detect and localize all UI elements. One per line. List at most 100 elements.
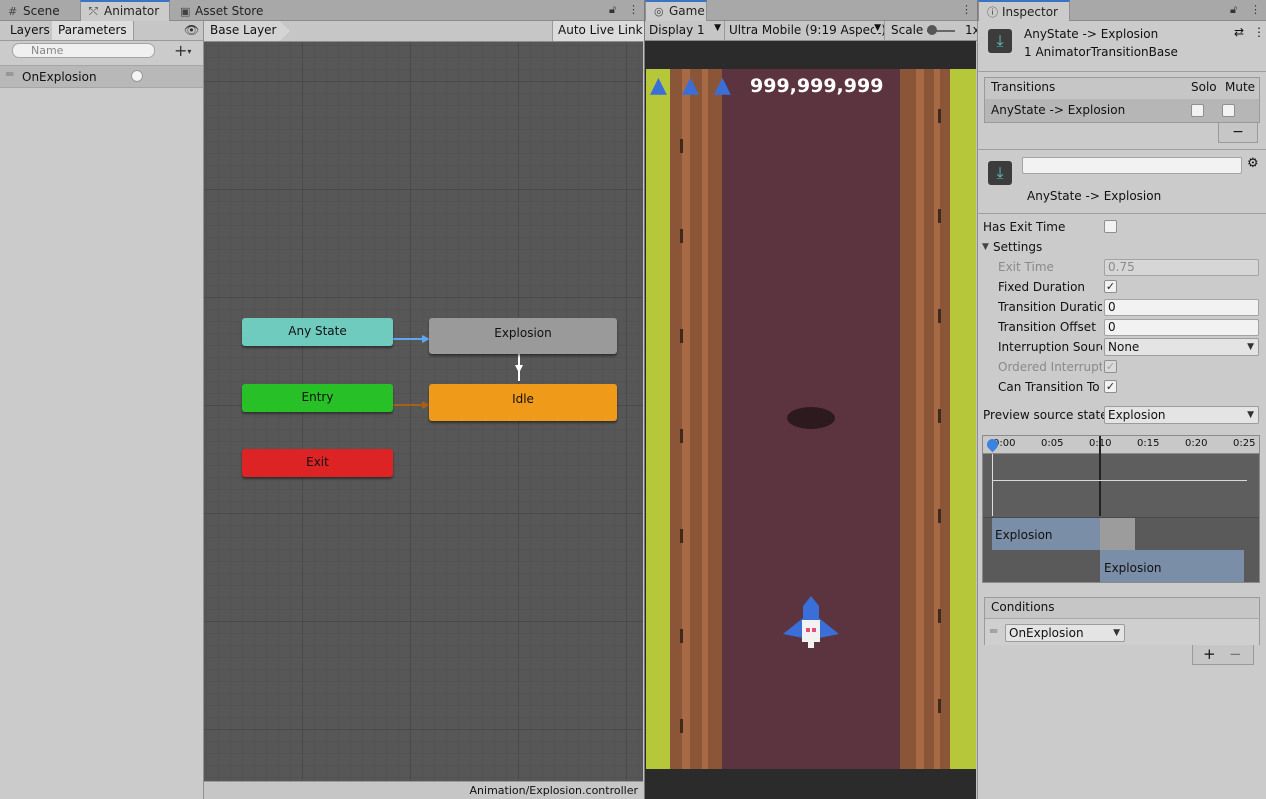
game-screen[interactable]: ▲ ▲ ▲ 999,999,999 bbox=[646, 69, 976, 769]
right-riverbank bbox=[900, 69, 950, 769]
solo-header: Solo bbox=[1191, 80, 1217, 94]
tab-game-label: Game bbox=[669, 4, 705, 18]
settings-foldout[interactable]: Settings bbox=[993, 240, 1042, 254]
has-exit-time-checkbox[interactable] bbox=[1104, 220, 1117, 233]
has-exit-time-label: Has Exit Time bbox=[983, 220, 1066, 234]
aspect-select[interactable]: Ultra Mobile (9:19 Aspect) ▼ bbox=[725, 21, 885, 40]
transition-name-input[interactable] bbox=[1022, 157, 1242, 174]
game-toolbar: Display 1 ▼ Ultra Mobile (9:19 Aspect) ▼… bbox=[645, 21, 978, 41]
foldout-triangle-icon[interactable]: ▼ bbox=[982, 242, 989, 252]
add-condition-button[interactable]: + bbox=[1203, 645, 1216, 663]
game-view: Display 1 ▼ Ultra Mobile (9:19 Aspect) ▼… bbox=[644, 21, 978, 799]
drag-handle-icon[interactable]: ═ bbox=[990, 624, 997, 638]
tab-asset-store-label: Asset Store bbox=[195, 4, 264, 18]
transition-timeline[interactable]: 0:00 0:05 0:10 0:15 0:20 0:25 Explosion … bbox=[982, 435, 1260, 583]
transitions-header: Transitions bbox=[991, 80, 1056, 94]
node-exit[interactable]: Exit bbox=[242, 449, 393, 477]
parameter-row[interactable]: ═ OnExplosion bbox=[0, 65, 203, 88]
tab-scene[interactable]: # Scene bbox=[0, 1, 68, 21]
transition-duration-field[interactable]: 0 bbox=[1104, 299, 1259, 316]
tab-inspector[interactable]: ⓘ Inspector bbox=[978, 0, 1070, 21]
preview-source-value: Explosion bbox=[1108, 408, 1166, 422]
settings-sliders-icon[interactable]: ⇄ bbox=[1234, 25, 1244, 39]
transition-row[interactable]: AnyState -> Explosion bbox=[985, 99, 1259, 122]
left-tabbar: # Scene ⤲ Animator ▣ Asset Store 🔓︎ ⋮ bbox=[0, 0, 644, 21]
fixed-duration-checkbox[interactable]: ✓ bbox=[1104, 280, 1117, 293]
timeline-source-clip-label: Explosion bbox=[995, 528, 1053, 542]
preview-source-dropdown[interactable]: Explosion ▼ bbox=[1104, 406, 1259, 424]
remove-transition-button[interactable]: − bbox=[1218, 123, 1258, 143]
inspector-title: AnyState -> Explosion bbox=[1024, 27, 1159, 41]
transition-offset-field[interactable]: 0 bbox=[1104, 319, 1259, 336]
tab-game[interactable]: ◎ Game bbox=[645, 0, 707, 21]
animator-graph[interactable]: Base Layer Auto Live Link Any State Expl… bbox=[204, 21, 648, 799]
solo-checkbox[interactable] bbox=[1191, 104, 1204, 117]
left-grass bbox=[646, 69, 670, 769]
tab-asset-store[interactable]: ▣ Asset Store bbox=[172, 1, 271, 21]
remove-condition-button[interactable]: − bbox=[1229, 645, 1242, 663]
inspector-more-icon[interactable]: ⋮ bbox=[1253, 25, 1265, 39]
add-parameter-button[interactable]: +▾ bbox=[174, 41, 191, 60]
timeline-playhead bbox=[992, 454, 993, 516]
mute-checkbox[interactable] bbox=[1222, 104, 1235, 117]
node-entry[interactable]: Entry bbox=[242, 384, 393, 412]
grid-icon: # bbox=[8, 5, 18, 18]
transition-detail-title: AnyState -> Explosion bbox=[1027, 189, 1162, 203]
game-scene bbox=[646, 69, 976, 769]
timeline-transition-marker[interactable] bbox=[1099, 436, 1101, 516]
condition-row[interactable]: ═ OnExplosion ▼ bbox=[985, 618, 1259, 645]
parameter-name: OnExplosion bbox=[22, 70, 97, 84]
life-ship-icon: ▲ bbox=[714, 73, 731, 98]
condition-parameter-dropdown[interactable]: OnExplosion ▼ bbox=[1005, 624, 1125, 642]
subtab-layers[interactable]: Layers bbox=[4, 21, 57, 40]
transition-duration-label: Transition Duratior bbox=[998, 300, 1102, 314]
info-icon: ⓘ bbox=[987, 6, 998, 19]
life-ship-icon: ▲ bbox=[682, 73, 699, 98]
transition-icon: ⤓ bbox=[988, 29, 1012, 53]
scale-slider-thumb[interactable] bbox=[927, 25, 937, 35]
game-tabbar: ◎ Game ⋮ bbox=[644, 0, 977, 21]
lock-icon[interactable]: 🔓︎ bbox=[609, 3, 616, 17]
node-explosion[interactable]: Explosion bbox=[429, 318, 617, 354]
gear-icon[interactable]: ⚙ bbox=[1247, 156, 1259, 171]
transition-offset-label: Transition Offset bbox=[998, 320, 1096, 334]
shadow-blob bbox=[787, 407, 835, 429]
can-transition-to-self-label: Can Transition To bbox=[998, 380, 1100, 394]
display-select[interactable]: Display 1 ▼ bbox=[645, 21, 725, 40]
interruption-source-dropdown[interactable]: None ▼ bbox=[1104, 338, 1259, 356]
inspector-kebab-icon[interactable]: ⋮ bbox=[1250, 3, 1261, 16]
drag-handle-icon[interactable]: ═ bbox=[6, 67, 13, 81]
inspector-tabbar: ⓘ Inspector 🔓︎ ⋮ bbox=[977, 0, 1266, 21]
store-icon: ▣ bbox=[180, 5, 191, 18]
left-bank-stripe bbox=[682, 69, 690, 769]
condition-add-remove: + − bbox=[1192, 645, 1254, 665]
conditions-list: Conditions ═ OnExplosion ▼ bbox=[984, 597, 1260, 645]
scale-label: Scale bbox=[891, 23, 924, 37]
can-transition-to-self-checkbox[interactable]: ✓ bbox=[1104, 380, 1117, 393]
node-idle[interactable]: Idle bbox=[429, 384, 617, 421]
game-kebab-menu-icon[interactable]: ⋮ bbox=[961, 3, 972, 16]
parameters-panel: Layers Parameters 👁︎ ⚲ Name +▾ ═ OnExplo… bbox=[0, 21, 204, 799]
tab-animator[interactable]: ⤲ Animator bbox=[80, 0, 170, 21]
divider bbox=[978, 71, 1266, 72]
timeline-overlap bbox=[1100, 518, 1135, 550]
inspector-subtitle: 1 AnimatorTransitionBase bbox=[1024, 45, 1178, 59]
left-bank-stripe-2 bbox=[702, 69, 708, 769]
trigger-radio[interactable] bbox=[131, 70, 143, 82]
subtab-parameters[interactable]: Parameters bbox=[52, 21, 134, 40]
node-any-state[interactable]: Any State bbox=[242, 318, 393, 346]
exit-time-label: Exit Time bbox=[998, 260, 1054, 274]
right-grass bbox=[950, 69, 976, 769]
lives-display: ▲ ▲ ▲ bbox=[650, 73, 750, 103]
score: 999,999,999 bbox=[750, 75, 884, 97]
inspector-lock-icon[interactable]: 🔓︎ bbox=[1230, 3, 1237, 17]
eye-icon[interactable]: 👁︎ bbox=[184, 23, 199, 37]
tab-inspector-label: Inspector bbox=[1002, 5, 1058, 19]
params-subtabs: Layers Parameters 👁︎ bbox=[0, 21, 203, 41]
aspect-select-value: Ultra Mobile (9:19 Aspect) bbox=[729, 23, 885, 37]
scale-slider[interactable]: Scale 1x bbox=[887, 21, 978, 40]
transitions-list: Transitions Solo Mute AnyState -> Explos… bbox=[984, 77, 1260, 123]
parameter-search-input[interactable]: Name bbox=[12, 43, 155, 58]
ordered-interruption-checkbox: ✓ bbox=[1104, 360, 1117, 373]
kebab-menu-icon[interactable]: ⋮ bbox=[628, 3, 639, 16]
